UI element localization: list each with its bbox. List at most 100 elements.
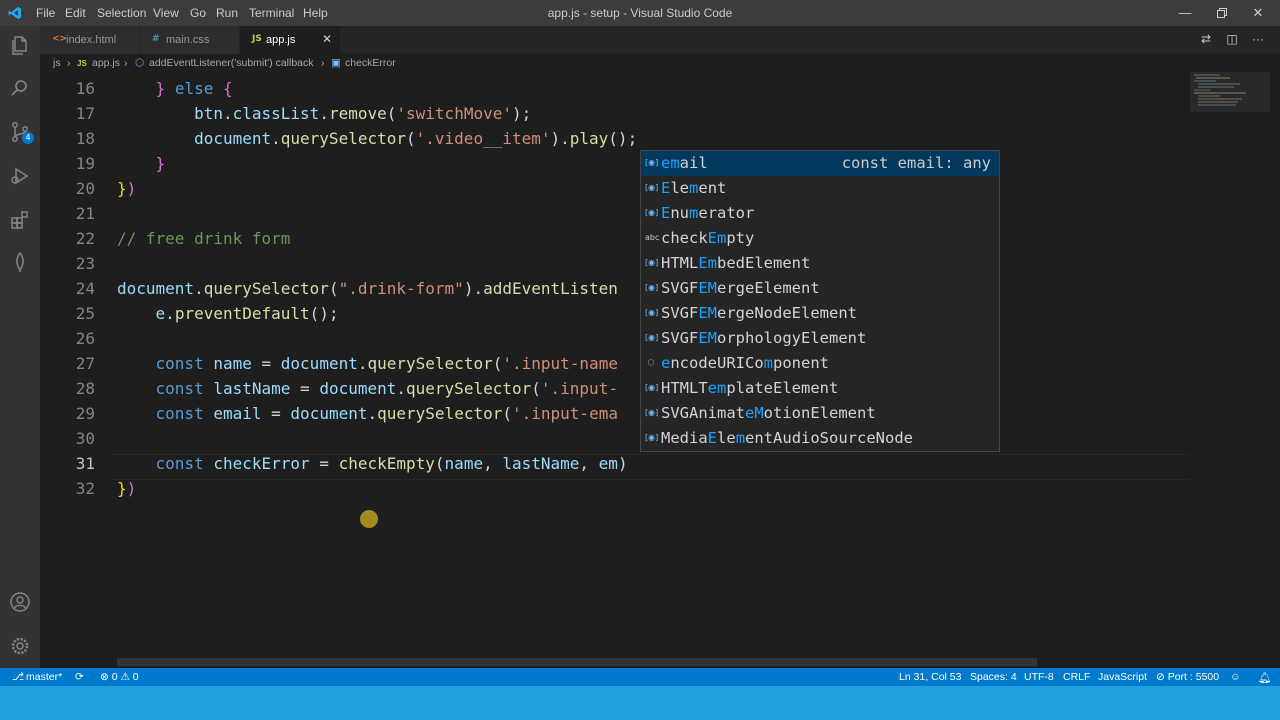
run-debug-icon[interactable] [8, 164, 32, 188]
breadcrumb-folder[interactable]: js [53, 57, 61, 69]
line-number: 20 [75, 179, 95, 198]
label-text: ergeNodeElement [717, 304, 857, 322]
tab-label: index.html [66, 34, 117, 46]
language-mode[interactable]: JavaScript [1098, 671, 1147, 683]
label-text: SVGF [661, 329, 699, 347]
suggestion-item[interactable]: [◉] MediaElementAudioSourceNode [641, 426, 999, 451]
encoding[interactable]: UTF-8 [1024, 671, 1054, 683]
suggestion-item[interactable]: [◉] SVGAnimateMotionElement [641, 401, 999, 426]
suggestion-item[interactable]: ⬡ encodeURIComponent [641, 351, 999, 376]
label-text: ncodeURICo [670, 354, 764, 372]
line-number: 28 [75, 379, 95, 398]
branch-icon: ⎇ [12, 671, 25, 683]
autocomplete-suggestions[interactable]: [◉] email const email: any [◉] Element [◉] Enu… [640, 150, 1000, 452]
match-highlight: m [763, 354, 774, 372]
os-taskbar [0, 686, 1280, 720]
code-line-24: document.querySelector(".drink-form").ad… [117, 279, 618, 298]
window-title: app.js - setup - Visual Studio Code [547, 6, 733, 20]
end-of-line[interactable]: CRLF [1063, 671, 1090, 683]
suggestion-item[interactable]: [◉] HTMLEmbedElement [641, 251, 999, 276]
extensions-icon[interactable] [8, 208, 32, 232]
account-icon[interactable] [8, 590, 32, 614]
live-server-port[interactable]: ⊘ Port : 5500 [1156, 671, 1219, 683]
match-highlight: e [661, 354, 671, 372]
variable-icon: [◉] [645, 308, 659, 317]
suggestion-label: checkEmpty [661, 229, 754, 247]
code-editor[interactable]: 16 17 18 19 20 21 22 23 24 25 26 27 28 29 30 31 32 } els… [40, 72, 1280, 668]
suggestion-item[interactable]: [◉] SVGFEMergeNodeElement [641, 301, 999, 326]
horizontal-scrollbar[interactable] [117, 658, 1037, 666]
code-line-29: const email = document.querySelector('.i… [155, 404, 618, 423]
vertical-scrollbar[interactable] [1270, 72, 1280, 668]
line-number: 32 [75, 479, 95, 498]
more-actions-icon[interactable]: ··· [1250, 32, 1266, 48]
sync-icon[interactable]: ⟳ [75, 671, 84, 683]
variable-icon: [◉] [645, 208, 659, 217]
variable-icon: [◉] [645, 333, 659, 342]
label-text: ail [679, 154, 708, 172]
suggestion-item[interactable]: abc checkEmpty [641, 226, 999, 251]
js-file-icon: JS [77, 59, 87, 68]
minimap[interactable] [1190, 72, 1270, 112]
suggestion-item[interactable]: [◉] SVGFEMorphologyElement [641, 326, 999, 351]
tab-app-js[interactable]: JS app.js ✕ [240, 26, 341, 54]
split-editor-icon[interactable]: ◫ [1224, 32, 1240, 48]
minimize-button[interactable]: — [1175, 4, 1195, 22]
label-text: orphologyElement [717, 329, 867, 347]
match-highlight: em [707, 379, 727, 397]
indentation[interactable]: Spaces: 4 [970, 671, 1017, 683]
feedback-icon[interactable]: ☺ [1230, 671, 1241, 683]
suggestion-item[interactable]: [◉] SVGFEMergeElement [641, 276, 999, 301]
breadcrumb-file[interactable]: app.js [92, 57, 120, 69]
suggestion-item[interactable]: [◉] Enumerator [641, 201, 999, 226]
tab-index-html[interactable]: <> index.html [40, 26, 140, 54]
label-text: le [717, 429, 736, 447]
git-branch[interactable]: master* [26, 671, 62, 683]
code-line-27: const name = document.querySelector('.in… [155, 354, 618, 373]
suggestion-label: MediaElementAudioSourceNode [661, 429, 913, 447]
text-word-icon: abc [645, 233, 660, 242]
variable-icon: [◉] [645, 158, 659, 167]
method-icon: ⬡ [647, 358, 655, 367]
breadcrumb-callback[interactable]: addEventListener('submit') callback [149, 57, 314, 69]
settings-gear-icon[interactable] [8, 634, 32, 658]
notifications-bell-icon[interactable]: 🔔︎ [1258, 671, 1271, 684]
suggestion-item[interactable]: [◉] HTMLTemplateElement [641, 376, 999, 401]
label-text: erator [698, 204, 755, 222]
cursor-position[interactable]: Ln 31, Col 53 [899, 671, 961, 683]
code-line-17: btn.classList.remove('switchMove'); [194, 104, 532, 123]
close-window-button[interactable]: ✕ [1248, 4, 1268, 22]
line-number: 18 [75, 129, 95, 148]
explorer-icon[interactable] [8, 34, 32, 58]
mongodb-leaf-icon[interactable] [8, 250, 32, 274]
line-number: 16 [75, 79, 95, 98]
line-number: 30 [75, 429, 95, 448]
open-changes-icon[interactable]: ⇄ [1198, 32, 1214, 48]
suggestion-label: SVGAnimateMotionElement [661, 404, 876, 422]
label-text: plateElement [726, 379, 839, 397]
suggestion-label: SVGFEMergeElement [661, 279, 820, 297]
suggestion-item[interactable]: [◉] email const email: any [641, 151, 999, 176]
code-line-18: document.querySelector('.video__item').p… [194, 129, 638, 148]
breadcrumb-separator: › [321, 57, 325, 69]
close-tab-icon[interactable]: ✕ [322, 32, 332, 46]
variable-symbol-icon: ▣ [331, 57, 341, 69]
breadcrumb-symbol[interactable]: checkError [345, 57, 396, 69]
variable-icon: [◉] [645, 408, 659, 417]
match-highlight: EM [698, 304, 717, 322]
line-number: 31 [75, 454, 95, 473]
maximize-button[interactable] [1212, 4, 1232, 22]
match-highlight: m [689, 204, 699, 222]
suggestion-item[interactable]: [◉] Element [641, 176, 999, 201]
problems-indicator[interactable]: ⊗ 0 ⚠ 0 [100, 671, 139, 683]
variable-icon: [◉] [645, 383, 659, 392]
line-number: 29 [75, 404, 95, 423]
match-highlight: m [689, 179, 699, 197]
variable-icon: [◉] [645, 283, 659, 292]
label-text: pty [726, 229, 755, 247]
tab-bar: <> index.html # main.css JS app.js ✕ ⇄ ◫… [40, 26, 1280, 54]
code-line-28: const lastName = document.querySelector(… [155, 379, 618, 398]
search-icon[interactable] [8, 76, 32, 100]
label-text: SVGF [661, 304, 699, 322]
tab-main-css[interactable]: # main.css [140, 26, 240, 54]
